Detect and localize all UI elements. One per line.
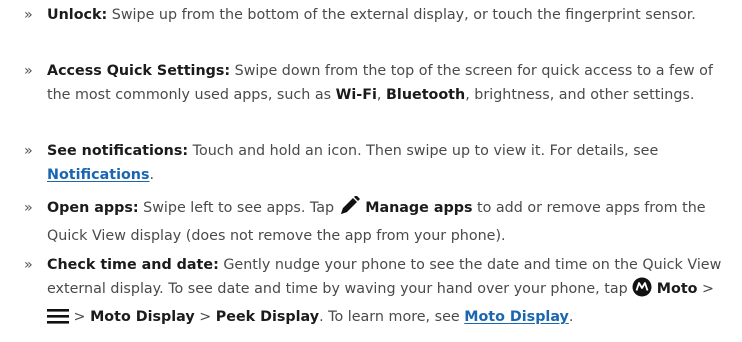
item-text: Swipe up from the bottom of the external… bbox=[107, 7, 696, 23]
item-title: Unlock: bbox=[47, 7, 108, 23]
item-title: Access Quick Settings: bbox=[47, 63, 231, 79]
peek-display-label: Peek Display bbox=[215, 309, 320, 325]
item-text: Swipe left to see apps. Tap bbox=[138, 200, 339, 216]
item-text: . To learn more, see bbox=[319, 309, 465, 325]
item-title: Open apps: bbox=[47, 200, 139, 216]
bullet: » bbox=[24, 257, 33, 273]
moto-display-link[interactable]: Moto Display bbox=[464, 309, 569, 325]
moto-label: Moto bbox=[656, 281, 698, 297]
menu-icon bbox=[47, 307, 69, 333]
separator: > bbox=[697, 281, 715, 297]
document-page: » Unlock: Swipe up from the bottom of th… bbox=[0, 0, 742, 342]
separator: , bbox=[376, 87, 387, 103]
bullet: » bbox=[24, 200, 33, 216]
pencil-icon bbox=[339, 195, 361, 224]
separator: > bbox=[194, 309, 216, 325]
item-title: See notifications: bbox=[47, 143, 189, 159]
bullet: » bbox=[24, 143, 33, 159]
moto-display-label: Moto Display bbox=[90, 309, 195, 325]
list-item-open-apps: » Open apps: Swipe left to see apps. Tap… bbox=[24, 195, 736, 248]
item-title: Check time and date: bbox=[47, 257, 219, 273]
wifi-label: Wi-Fi bbox=[335, 87, 377, 103]
bullet: » bbox=[24, 63, 33, 79]
separator: > bbox=[69, 309, 91, 325]
motorola-logo-icon bbox=[632, 277, 652, 305]
notifications-link[interactable]: Notifications bbox=[47, 167, 150, 183]
item-end: . bbox=[149, 167, 155, 183]
item-end: . bbox=[568, 309, 574, 325]
list-item-time-date: » Check time and date: Gently nudge your… bbox=[24, 253, 736, 333]
bullet: » bbox=[24, 7, 33, 23]
list-item-notifications: » See notifications: Touch and hold an i… bbox=[24, 139, 736, 187]
list-item-unlock: » Unlock: Swipe up from the bottom of th… bbox=[24, 3, 736, 27]
item-text: , brightness, and other settings. bbox=[465, 87, 695, 103]
bluetooth-label: Bluetooth bbox=[386, 87, 466, 103]
list-item-quick-settings: » Access Quick Settings: Swipe down from… bbox=[24, 59, 736, 107]
manage-apps-label: Manage apps bbox=[365, 200, 473, 216]
item-text: Touch and hold an icon. Then swipe up to… bbox=[188, 143, 659, 159]
